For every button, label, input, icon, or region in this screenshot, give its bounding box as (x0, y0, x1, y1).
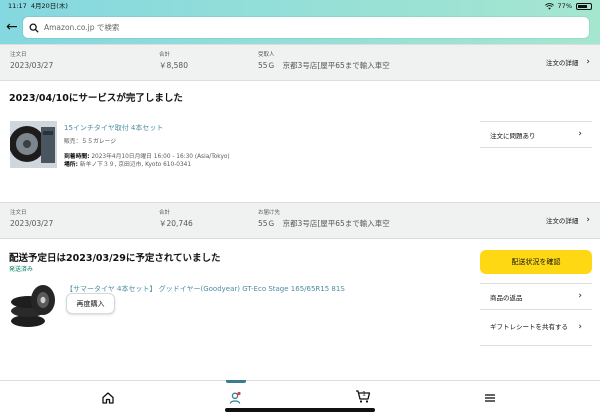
order-date: 2023/03/27 (10, 219, 54, 228)
account-icon[interactable] (228, 390, 242, 404)
battery-icon (576, 2, 592, 10)
search-box[interactable] (23, 17, 589, 38)
cart-icon[interactable]: 1 (355, 388, 371, 404)
item-place: 場所: 新羊ノ下３９, 京田辺市, Kyoto 610-0341 (64, 159, 191, 168)
order-total: ￥8,580 (159, 61, 188, 70)
item-seller: 販売：５５ガレージ (64, 139, 117, 145)
order-recipient: 55Ｇ 京都3号店[屋平65まで輸入車空 (258, 219, 390, 228)
order-details-label: 注文の詳細 (545, 59, 579, 67)
problem-with-order-button[interactable]: 注文に問題あり › (480, 121, 592, 148)
delivery-status-title: 配送予定日は2023/03/29に予定されていました (9, 253, 221, 264)
cart-count: 1 (362, 391, 366, 398)
status-time: 11:17 4月20日(木) (8, 2, 68, 10)
buy-again-button[interactable]: 再度購入 (66, 293, 115, 314)
order-header-2: 注文日 2023/03/27 合計 ￥20,746 お届け先 55Ｇ 京都3号店… (0, 202, 600, 239)
back-arrow-icon[interactable]: ← (6, 20, 18, 34)
track-package-button[interactable]: 配送状況を確認 (480, 250, 592, 274)
share-gift-receipt-button[interactable]: ギフトレシートを共有する › (480, 310, 592, 346)
order-details-link[interactable]: 注文の詳細 › (546, 215, 590, 225)
order-date-label: 注文日 (10, 210, 27, 216)
place-label: 場所: (64, 162, 78, 168)
order-details-link[interactable]: 注文の詳細 › (546, 57, 590, 67)
item-thumbnail-tire-install[interactable] (9, 121, 57, 168)
chevron-right-icon: › (578, 291, 582, 301)
order-total-label: 合計 (159, 52, 171, 58)
battery-percent: 77% (557, 2, 572, 10)
active-tab-indicator (226, 380, 246, 383)
chevron-right-icon: › (586, 214, 590, 225)
chevron-right-icon: › (586, 56, 590, 67)
return-item-button[interactable]: 商品の返品 › (480, 283, 592, 310)
home-indicator (225, 408, 375, 412)
order-total-label: 合計 (159, 210, 171, 216)
item-thumbnail-tires[interactable] (9, 281, 59, 329)
search-icon (29, 23, 39, 33)
chevron-right-icon: › (578, 322, 582, 332)
order-date: 2023/03/27 (10, 61, 54, 70)
home-icon[interactable] (101, 390, 115, 404)
order-header-1: 注文日 2023/03/27 合計 ￥8,580 受取人 55Ｇ 京都3号店[屋… (0, 44, 600, 81)
order-recipient-label: 受取人 (258, 52, 275, 58)
place-value: 新羊ノ下３９, 京田辺市, Kyoto 610-0341 (79, 162, 192, 168)
order-total: ￥20,746 (159, 219, 193, 228)
order-date-label: 注文日 (10, 52, 27, 58)
shipped-status: 発送済み (9, 266, 34, 273)
return-item-label: 商品の返品 (490, 293, 523, 302)
order-status-title: 2023/04/10にサービスが完了しました (9, 93, 183, 104)
wifi-icon (544, 2, 554, 10)
item-title-link[interactable]: 15インチタイヤ取付 4本セット (64, 123, 163, 133)
order-recipient-label: お届け先 (258, 210, 281, 216)
order-recipient: 55Ｇ 京都3号店[屋平65まで輸入車空 (258, 61, 390, 70)
chevron-right-icon: › (578, 129, 582, 139)
order-details-label: 注文の詳細 (545, 217, 579, 225)
menu-icon[interactable] (483, 390, 497, 404)
status-bar: 11:17 4月20日(木) 77% (0, 0, 600, 12)
share-gift-receipt-label: ギフトレシートを共有する (490, 323, 568, 331)
problem-with-order-label: 注文に問題あり (490, 131, 536, 140)
search-input[interactable] (44, 23, 564, 32)
